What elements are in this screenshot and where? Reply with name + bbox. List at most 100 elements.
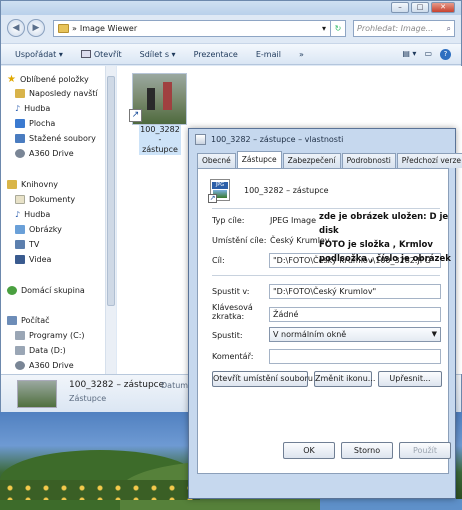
nav-item-music[interactable]: ♪ Hudba [15,104,50,113]
tv-icon [15,240,25,249]
a360-drive-icon [15,149,25,158]
nav-item-recent[interactable]: Naposledy navští [15,89,98,98]
nav-item-a360-computer[interactable]: A360 Drive [15,361,74,370]
nav-item-downloads[interactable]: Stažené soubory [15,134,96,143]
nav-scrollbar[interactable] [106,66,116,374]
details-date-label: Datum [161,381,189,390]
dialog-title: 100_3282 – zástupce – vlastnosti [211,134,344,144]
address-folder[interactable]: Image Wiewer [80,24,137,33]
navigation-pane: ★ Oblíbené položky Naposledy navští ♪ Hud… [1,66,106,374]
star-icon: ★ [7,74,16,85]
drive-icon [15,331,25,340]
nav-item-library-music[interactable]: ♪ Hudba [15,210,50,219]
computer-icon [7,316,17,325]
share-button[interactable]: Sdílet s ▾ [140,50,176,59]
music-icon: ♪ [15,104,21,113]
address-chevron[interactable]: » [72,24,77,33]
hotkey-input[interactable]: Žádné [269,307,441,322]
help-icon[interactable]: ? [440,48,451,60]
separator [212,275,440,276]
tab-shortcut[interactable]: Zástupce [236,151,282,168]
nav-item-desktop[interactable]: Plocha [15,119,55,128]
organize-button[interactable]: Uspořádat ▾ [15,50,63,59]
shortcut-file-icon [195,133,206,145]
refresh-icon[interactable]: ↻ [331,20,346,37]
comment-input[interactable] [269,349,441,364]
ok-button[interactable]: OK [283,442,335,459]
target-type-label: Typ cíle: [212,216,245,225]
target-label: Cíl: [212,256,225,265]
drive-icon [15,346,25,355]
videos-icon [15,255,25,264]
pictures-icon [15,225,25,234]
details-thumbnail [17,380,57,408]
command-bar: Uspořádat ▾ Otevřít Sdílet s ▾ Prezentac… [1,43,461,65]
email-button[interactable]: E-mail [256,50,281,59]
nav-homegroup[interactable]: Domácí skupina [7,286,85,295]
tab-security[interactable]: Zabezpečení [282,153,341,168]
run-select[interactable]: V normálním okně ▼ [269,327,441,342]
target-type-value: JPEG Image [270,216,317,225]
target-location-label: Umístění cíle: [212,236,267,245]
nav-item-drive-d[interactable]: Data (D:) [15,346,66,355]
presentation-button[interactable]: Prezentace [194,50,238,59]
details-type: Zástupce [69,394,107,403]
a360-drive-icon [15,361,25,370]
nav-item-drive-c[interactable]: Programy (C:) [15,331,85,340]
homegroup-icon [7,286,17,295]
tab-general[interactable]: Obecné [197,153,236,168]
search-placeholder: Prohledat: Image... [357,24,434,33]
apply-button[interactable]: Použít [399,442,451,459]
nav-computer[interactable]: Počítač [7,316,50,325]
back-button[interactable]: ◀ [7,19,25,37]
chevron-down-icon: ▼ [431,330,437,338]
comment-label: Komentář: [212,352,254,361]
change-icon-button[interactable]: Změnit ikonu... [314,371,375,387]
nav-item-videos[interactable]: Videa [15,255,51,264]
properties-dialog: 100_3282 – zástupce – vlastnosti Obecné … [188,128,462,499]
open-file-location-button[interactable]: Otevřít umístění souboru [212,371,313,387]
shortcut-name: 100_3282 – zástupce [244,186,329,195]
recent-places-icon [15,89,25,98]
nav-libraries[interactable]: Knihovny [7,180,58,189]
libraries-icon [7,180,17,189]
nav-item-tv[interactable]: TV [15,240,39,249]
documents-icon [15,195,25,204]
start-in-label: Spustit v: [212,287,250,296]
folder-icon [58,24,69,33]
cancel-button[interactable]: Storno [341,442,393,459]
nav-item-documents[interactable]: Dokumenty [15,195,75,204]
run-label: Spustit: [212,331,243,340]
nav-favorites[interactable]: ★ Oblíbené položky [7,74,89,85]
advanced-button[interactable]: Upřesnit... [378,371,442,387]
dialog-titlebar[interactable]: 100_3282 – zástupce – vlastnosti [189,129,455,149]
tab-previous-versions[interactable]: Předchozí verze [396,153,462,168]
file-label[interactable]: 100_3282 - zástupce [139,125,181,155]
hotkey-label: Klávesová zkratka: [212,303,253,321]
window-controls: – □ ✕ [391,2,455,13]
more-button[interactable]: » [299,50,304,59]
preview-pane-icon[interactable]: ▭ [424,49,432,60]
minimize-button[interactable]: – [391,2,409,13]
nav-item-a360[interactable]: A360 Drive [15,149,74,158]
start-in-input[interactable]: "D:\FOTO\Český Krumlov" [269,284,441,299]
forward-button[interactable]: ▶ [27,19,45,37]
address-row: ◀ ▶ » Image Wiewer ▾ ↻ Prohledat: Image.… [1,17,461,41]
address-dropdown-icon[interactable]: ▾ [322,24,326,33]
details-name: 100_3282 – zástupce [69,380,165,390]
jpg-shortcut-icon: JPG ↗ [208,179,230,203]
tab-details[interactable]: Podrobnosti [341,153,396,168]
view-icon[interactable]: ▤ ▾ [402,49,416,60]
music-icon: ♪ [15,210,21,219]
search-icon[interactable]: ⌕ [447,24,451,34]
close-button[interactable]: ✕ [431,2,455,13]
open-button[interactable]: Otevřít [80,50,122,59]
nav-item-pictures[interactable]: Obrázky [15,225,62,234]
dialog-tabs: Obecné Zástupce Zabezpečení Podrobnosti … [197,151,462,168]
search-input[interactable]: Prohledat: Image... ⌕ [353,20,455,37]
shortcut-arrow-icon: ↗ [129,109,142,122]
downloads-icon [15,134,25,143]
maximize-button[interactable]: □ [411,2,429,13]
open-icon [80,50,91,58]
address-bar[interactable]: » Image Wiewer ▾ [53,20,331,37]
